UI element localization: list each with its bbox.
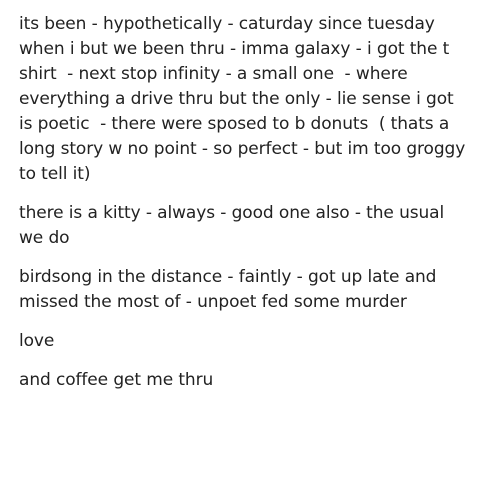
post-paragraph: and coffee get me thru [19,370,214,390]
post-body: its been - hypothetically - caturday sin… [19,12,471,393]
post-paragraph: its been - hypothetically - caturday sin… [19,14,471,184]
post-paragraph: there is a kitty - always - good one als… [19,203,450,248]
post-paragraph: birdsong in the distance - faintly - got… [19,267,442,312]
post-paragraph: love [19,331,55,351]
